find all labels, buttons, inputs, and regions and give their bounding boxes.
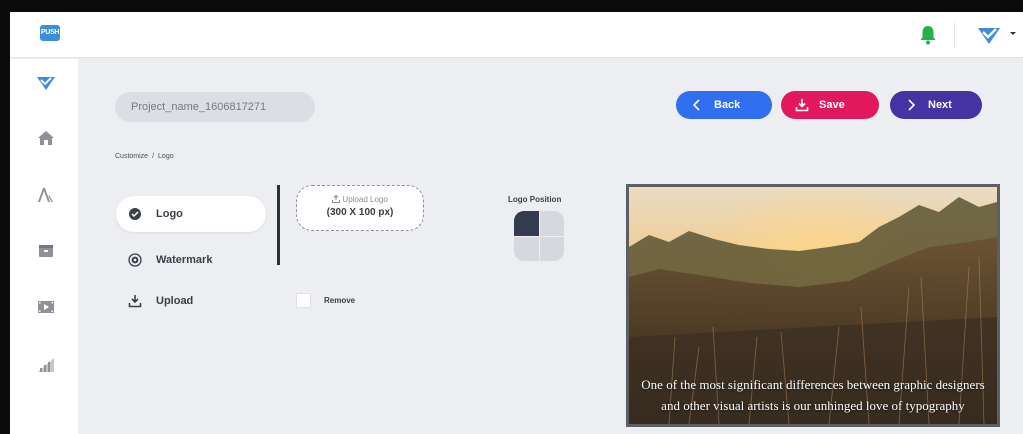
position-bottom-left[interactable] [514,236,539,261]
project-name-input[interactable] [115,92,315,122]
position-bottom-right[interactable] [539,236,564,261]
sidebar [10,59,78,434]
tab-watermark-label: Watermark [156,254,213,266]
text-icon[interactable] [36,185,56,205]
check-circle-icon [129,208,141,220]
chevron-left-icon [692,99,700,111]
save-button[interactable]: Save [781,91,879,119]
tab-watermark[interactable]: Watermark [116,242,266,278]
upload-logo-text: Upload Logo [342,195,388,204]
logo-position-title: Logo Position [508,195,562,204]
tab-divider [277,185,280,265]
archive-icon[interactable] [36,241,56,261]
preview-panel: One of the most significant differences … [626,184,1000,427]
caret-down-icon[interactable] [1008,28,1018,38]
chevron-right-icon [908,99,916,111]
breadcrumb-parent[interactable]: Customize [115,153,148,160]
app-window: PUSH Project_name_1606817271 Back Save N… [10,12,1023,434]
video-icon[interactable] [36,297,56,317]
upload-icon [332,194,341,203]
tab-logo-label: Logo [156,208,183,220]
position-top-left[interactable] [514,211,539,236]
tab-upload[interactable]: Upload [116,283,266,319]
top-bar: PUSH [10,12,1023,58]
breadcrumb-current: Logo [158,153,174,160]
preview-caption: One of the most significant differences … [641,377,985,413]
back-button-label: Back [714,99,741,111]
tab-upload-label: Upload [156,295,194,307]
signal-icon[interactable] [36,355,56,375]
upload-logo-label: Upload Logo [297,194,423,204]
save-button-label: Save [819,99,845,111]
brand-check-icon[interactable] [976,24,1002,46]
bell-icon[interactable] [918,24,938,46]
upload-tray-icon [128,295,142,308]
next-button-label: Next [928,99,952,111]
remove-label: Remove [324,296,356,305]
remove-checkbox[interactable] [296,293,311,308]
home-icon[interactable] [36,128,56,148]
breadcrumb-separator: / [152,153,155,160]
upload-logo-button[interactable]: Upload Logo (300 X 100 px) [296,185,424,231]
breadcrumb: Customize / Logo [115,153,174,160]
logo-position-grid [514,211,564,261]
next-button[interactable]: Next [890,91,982,119]
back-button[interactable]: Back [676,91,772,119]
top-bar-separator [954,22,955,48]
tab-logo[interactable]: Logo [116,196,266,232]
download-icon [795,99,809,112]
position-top-right[interactable] [539,211,564,236]
app-logo[interactable]: PUSH [40,25,60,41]
watermark-icon [128,253,142,267]
sidebar-brand-icon[interactable] [36,73,56,93]
upload-logo-size: (300 X 100 px) [326,207,394,218]
